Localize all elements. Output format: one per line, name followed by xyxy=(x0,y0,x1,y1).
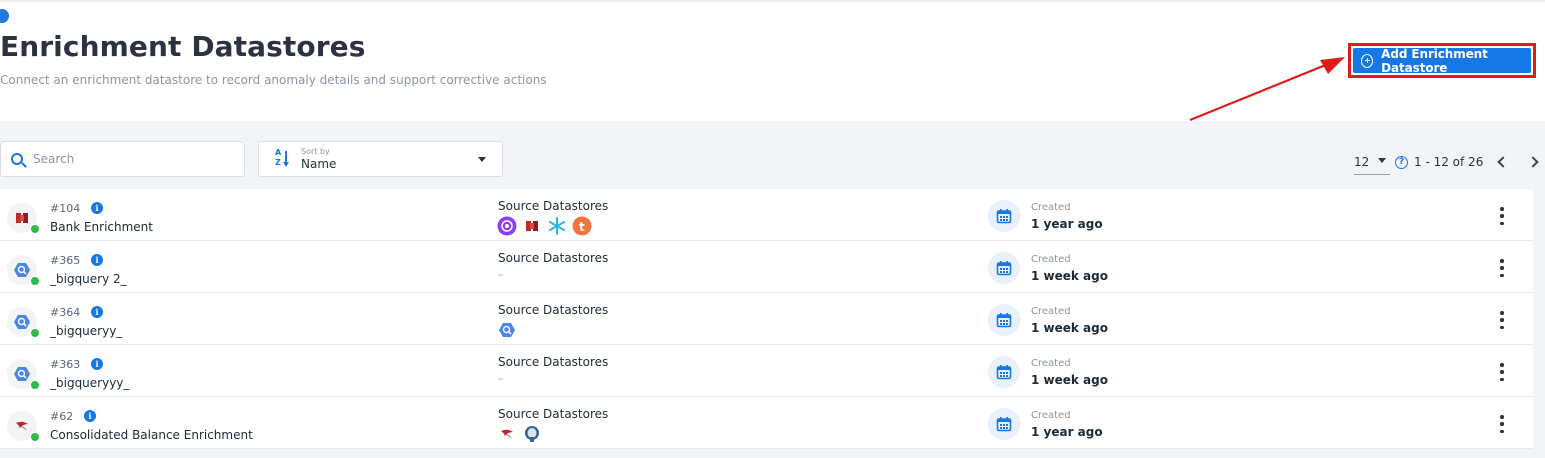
calendar-icon xyxy=(988,408,1020,440)
created-label: Created xyxy=(1031,410,1071,421)
source-icons: t xyxy=(497,216,592,236)
more-options-icon[interactable] xyxy=(1497,415,1507,433)
status-dot xyxy=(30,380,40,390)
calendar-icon xyxy=(988,304,1020,336)
add-button-highlight: Add Enrichment Datastore xyxy=(1348,43,1536,78)
created-value: 1 week ago xyxy=(1031,373,1108,387)
annotation-arrow xyxy=(1189,57,1345,122)
datastore-id: #363 xyxy=(50,358,81,371)
info-icon[interactable]: i xyxy=(91,358,103,370)
page-size-value: 12 xyxy=(1354,154,1370,169)
datastore-id: #62 xyxy=(50,410,74,423)
datastore-row[interactable]: #363 i _bigqueryyy_ Source Datastores – Creat… xyxy=(0,345,1533,397)
datastore-name[interactable]: _bigqueryyy_ xyxy=(50,376,129,390)
created-label: Created xyxy=(1031,254,1071,265)
teradata-icon: t xyxy=(572,216,592,236)
sort-caption: Sort by xyxy=(301,147,330,156)
svg-text:t: t xyxy=(579,220,585,234)
datastore-row[interactable]: #364 i _bigqueryy_ Source Datastores Created… xyxy=(0,293,1533,345)
source-datastores-label: Source Datastores xyxy=(498,407,609,421)
postgresql-icon xyxy=(522,424,542,444)
calendar-icon xyxy=(988,356,1020,388)
page-title: Enrichment Datastores xyxy=(0,30,366,63)
datastore-id: #364 xyxy=(50,306,81,319)
status-dot xyxy=(30,276,40,286)
page-range: 1 - 12 of 26 xyxy=(1414,155,1484,169)
redshift-icon xyxy=(522,216,542,236)
more-options-icon[interactable] xyxy=(1497,207,1507,225)
datastore-row[interactable]: #365 i _bigquery 2_ Source Datastores – Creat… xyxy=(0,241,1533,293)
datastore-name[interactable]: _bigqueryy_ xyxy=(50,324,122,338)
help-icon[interactable]: ? xyxy=(1395,155,1408,169)
datastore-id: #365 xyxy=(50,254,81,267)
search-input[interactable] xyxy=(33,152,223,166)
datastore-panel: AZ Sort by Name 12 ? 1 - 12 of 26 #104iB… xyxy=(0,121,1545,458)
next-page-icon[interactable] xyxy=(1529,157,1539,167)
more-options-icon[interactable] xyxy=(1497,363,1507,381)
datastore-name[interactable]: Bank Enrichment xyxy=(50,220,153,234)
add-enrichment-datastore-button[interactable]: Add Enrichment Datastore xyxy=(1353,46,1531,75)
mssql-icon xyxy=(497,424,517,444)
created-label: Created xyxy=(1031,306,1071,317)
created-label: Created xyxy=(1031,358,1071,369)
created-value: 1 week ago xyxy=(1031,269,1108,283)
page-size-select[interactable]: 12 xyxy=(1354,149,1390,175)
created-value: 1 year ago xyxy=(1031,217,1103,231)
datastore-name[interactable]: _bigquery 2_ xyxy=(50,272,127,286)
snowflake-icon xyxy=(547,216,567,236)
calendar-icon xyxy=(988,252,1020,284)
no-sources-text: – xyxy=(498,268,504,281)
created-value: 1 week ago xyxy=(1031,321,1108,335)
chevron-down-icon xyxy=(1378,158,1386,163)
page-subtitle: Connect an enrichment datastore to recor… xyxy=(0,73,547,87)
sort-select[interactable]: AZ Sort by Name xyxy=(258,141,503,177)
source-datastores-label: Source Datastores xyxy=(498,303,609,317)
datastore-row[interactable]: #104 i Bank Enrichment Source Datastores t Cr… xyxy=(0,189,1533,241)
source-datastores-label: Source Datastores xyxy=(498,251,609,265)
datastore-id: #104 xyxy=(50,202,81,215)
source-datastores-label: Source Datastores xyxy=(498,355,609,369)
source-datastores-label: Source Datastores xyxy=(498,199,609,213)
bigquery-icon xyxy=(497,320,517,340)
status-dot xyxy=(30,224,40,234)
sort-value: Name xyxy=(301,157,337,171)
status-dot xyxy=(30,432,40,442)
datastore-row[interactable]: #62 i Consolidated Balance Enrichment Sourc… xyxy=(0,397,1533,449)
pagination: 12 ? 1 - 12 of 26 xyxy=(1354,149,1539,175)
info-icon[interactable]: i xyxy=(91,254,103,266)
prev-page-icon[interactable] xyxy=(1497,157,1507,167)
datastore-name[interactable]: Consolidated Balance Enrichment xyxy=(50,428,253,442)
more-options-icon[interactable] xyxy=(1497,259,1507,277)
search-icon xyxy=(11,153,23,165)
created-label: Created xyxy=(1031,202,1071,213)
status-dot xyxy=(30,328,40,338)
created-value: 1 year ago xyxy=(1031,425,1103,439)
info-icon[interactable]: i xyxy=(84,410,96,422)
datastore-list: #104 i Bank Enrichment Source Datastores t Cr… xyxy=(0,189,1533,449)
more-options-icon[interactable] xyxy=(1497,311,1507,329)
add-button-label: Add Enrichment Datastore xyxy=(1381,46,1488,75)
app-indicator-dot xyxy=(0,9,9,23)
source-icons xyxy=(497,424,542,444)
no-sources-text: – xyxy=(498,372,504,385)
top-divider xyxy=(0,0,1545,2)
source-icons xyxy=(497,320,517,340)
info-icon[interactable]: i xyxy=(91,306,103,318)
plus-circle-icon xyxy=(1361,53,1374,68)
search-box xyxy=(0,141,245,177)
sort-az-icon: AZ xyxy=(275,148,291,168)
athena-icon xyxy=(497,216,517,236)
calendar-icon xyxy=(988,200,1020,232)
info-icon[interactable]: i xyxy=(91,202,103,214)
chevron-down-icon xyxy=(478,157,486,162)
